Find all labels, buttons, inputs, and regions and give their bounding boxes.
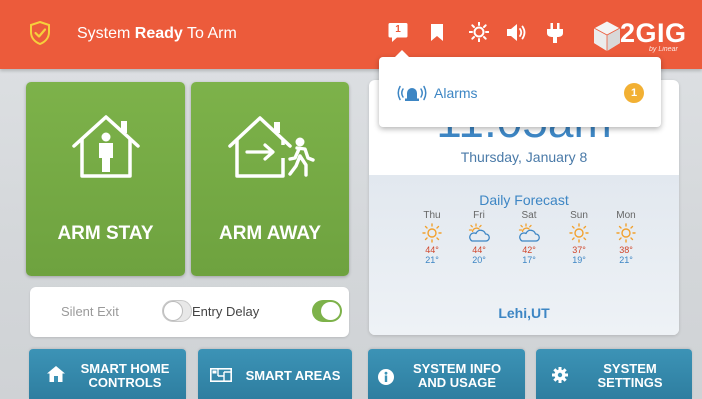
high-temp: 37°: [572, 245, 586, 255]
shield-check-icon: [30, 21, 50, 45]
message-count: 1: [395, 24, 401, 35]
silent-exit-toggle[interactable]: [162, 300, 192, 322]
system-info-line2: AND USAGE: [417, 375, 496, 390]
low-temp: 19°: [572, 255, 586, 265]
partly-cloudy-icon: [468, 223, 490, 242]
arm-stay-label: ARM STAY: [57, 223, 154, 244]
high-temp: 44°: [472, 245, 486, 255]
day-name: Thu: [423, 210, 441, 221]
arming-options-panel: Silent Exit Entry Delay: [30, 287, 349, 337]
partly-cloudy-icon: [518, 223, 540, 242]
siren-icon: [397, 85, 427, 101]
weather-forecast[interactable]: Daily Forecast Thu 44° 21° Fri 44° 20° S…: [369, 175, 679, 335]
alarms-popup[interactable]: Alarms 1: [379, 50, 661, 127]
forecast-title: Daily Forecast: [479, 192, 569, 208]
forecast-day: Mon 38° 21°: [606, 210, 646, 265]
system-info-button[interactable]: SYSTEM INFO AND USAGE: [368, 349, 525, 399]
system-settings-label: SYSTEM SETTINGS: [580, 362, 680, 390]
system-settings-button[interactable]: SYSTEM SETTINGS: [536, 349, 692, 399]
status-prefix: System: [77, 25, 135, 42]
system-info-label: SYSTEM INFO AND USAGE: [402, 362, 512, 390]
high-temp: 44°: [425, 245, 439, 255]
sun-icon: [616, 223, 636, 243]
status-suffix: To Arm: [182, 25, 237, 42]
system-settings-line2: SETTINGS: [597, 375, 663, 390]
2gig-logo: 2GIG by Linear: [592, 14, 692, 58]
entry-delay-toggle[interactable]: [312, 300, 342, 322]
toggle-knob: [321, 302, 340, 320]
day-name: Sun: [570, 210, 588, 221]
gear-icon: [552, 367, 568, 383]
forecast-day: Sun 37° 19°: [559, 210, 599, 265]
bookmark-icon[interactable]: [431, 24, 443, 41]
smart-areas-button[interactable]: SMART AREAS: [198, 349, 352, 399]
day-name: Mon: [616, 210, 636, 221]
day-name: Sat: [521, 210, 537, 221]
alarms-label: Alarms: [434, 85, 478, 101]
info-icon: [378, 369, 394, 385]
high-temp: 38°: [619, 245, 633, 255]
smart-areas-label: SMART AREAS: [245, 368, 341, 383]
home-icon: [47, 366, 65, 382]
status-ready: Ready: [134, 25, 183, 42]
volume-icon[interactable]: [507, 24, 527, 41]
arm-away-button[interactable]: ARM AWAY: [191, 82, 349, 276]
clock-date: Thursday, January 8: [460, 149, 588, 165]
high-temp: 42°: [522, 245, 536, 255]
forecast-day: Thu 44° 21°: [412, 210, 452, 265]
forecast-day: Sat 42° 17°: [509, 210, 549, 265]
sun-icon: [422, 223, 442, 243]
messages-button[interactable]: 1: [388, 22, 408, 44]
low-temp: 21°: [425, 255, 439, 265]
plug-icon[interactable]: [547, 23, 563, 43]
smart-home-line1: SMART HOME: [80, 361, 170, 376]
arm-away-label: ARM AWAY: [218, 223, 322, 244]
system-status-text: System Ready To Arm: [77, 25, 237, 43]
forecast-day: Fri 44° 20°: [459, 210, 499, 265]
smart-home-controls-button[interactable]: SMART HOME CONTROLS: [29, 349, 186, 399]
silent-exit-label: Silent Exit: [61, 304, 119, 319]
alarms-count-badge: 1: [624, 83, 644, 103]
arm-stay-button[interactable]: ARM STAY: [26, 82, 185, 276]
day-name: Fri: [473, 210, 485, 221]
floorplan-icon: [210, 368, 232, 382]
house-exit-icon: [228, 116, 315, 178]
cube-logo-icon: [593, 20, 621, 51]
system-info-line1: SYSTEM INFO: [412, 361, 502, 376]
smart-home-line2: CONTROLS: [88, 375, 162, 390]
toggle-knob: [163, 301, 183, 321]
low-temp: 20°: [472, 255, 486, 265]
low-temp: 21°: [619, 255, 633, 265]
brightness-icon[interactable]: [469, 22, 489, 42]
logo-wordmark: 2GIG: [620, 18, 687, 48]
sun-icon: [569, 223, 589, 243]
house-person-icon: [71, 115, 140, 178]
logo-byline: by Linear: [649, 46, 678, 53]
low-temp: 17°: [522, 255, 536, 265]
weather-location: Lehi,UT: [498, 305, 550, 321]
system-settings-line1: SYSTEM: [603, 361, 657, 376]
entry-delay-label: Entry Delay: [192, 304, 260, 319]
smart-home-label: SMART HOME CONTROLS: [75, 362, 175, 390]
